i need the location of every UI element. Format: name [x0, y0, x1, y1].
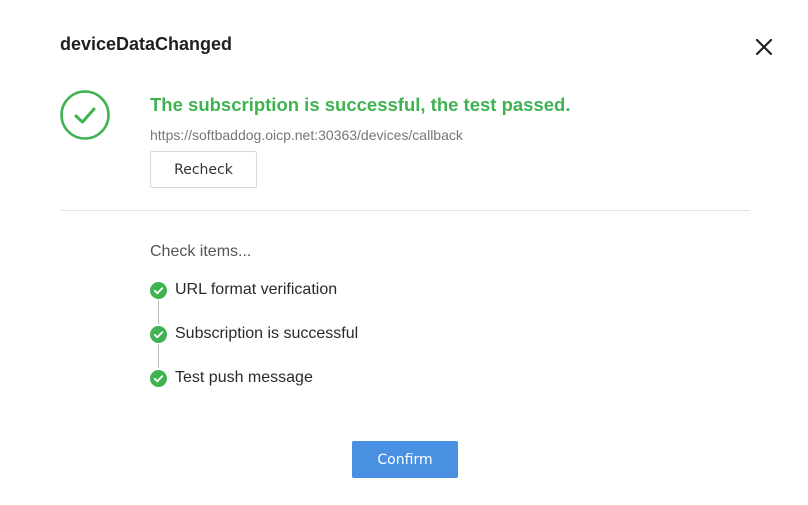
check-items-header: Check items... — [150, 243, 252, 260]
status-message: The subscription is successful, the test… — [150, 94, 571, 115]
confirm-button[interactable]: Confirm — [352, 441, 458, 478]
close-icon — [755, 38, 773, 56]
subscription-test-dialog: deviceDataChanged The subscription is su… — [0, 0, 808, 505]
close-button[interactable] — [752, 35, 776, 59]
dialog-title: deviceDataChanged — [60, 34, 233, 54]
check-circle-icon — [150, 370, 167, 387]
check-item-label: Test push message — [175, 369, 313, 386]
check-item-label: URL format verification — [175, 281, 338, 298]
recheck-button[interactable]: Recheck — [150, 151, 257, 188]
callback-url: https://softbaddog.oicp.net:30363/device… — [150, 127, 463, 143]
divider — [60, 210, 750, 211]
success-check-circle-icon — [60, 90, 110, 140]
step-connector — [158, 344, 159, 368]
step-connector — [158, 300, 159, 324]
check-item-label: Subscription is successful — [175, 325, 359, 342]
check-circle-icon — [150, 282, 167, 299]
check-circle-icon — [150, 326, 167, 343]
